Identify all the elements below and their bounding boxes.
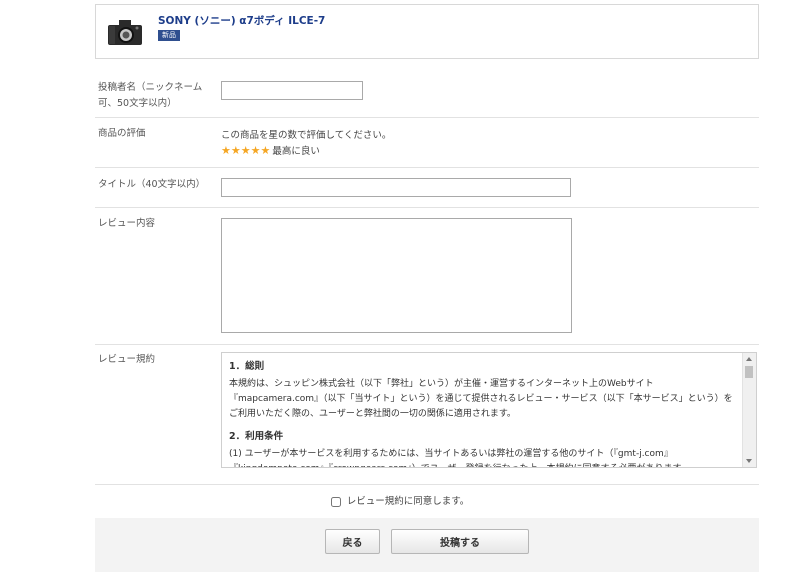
terms-section1-text: 本規約は、シュッピン株式会社（以下「弊社」という）が主催・運営するインターネット… — [229, 379, 733, 419]
agree-terms: レビュー規約に同意します。 — [0, 493, 800, 507]
agree-terms-label[interactable]: レビュー規約に同意します。 — [347, 496, 470, 507]
rating-label: 商品の評価 — [98, 128, 146, 139]
poster-name-label-line2: 可、50文字以内） — [98, 98, 177, 109]
terms-section1-heading: 1．総則 — [229, 361, 265, 372]
condition-badge: 新品 — [158, 30, 180, 41]
rating-row: 商品の評価 この商品を星の数で評価してください。 ★★★★★ 最高に良い — [95, 117, 759, 168]
review-body-textarea[interactable] — [221, 218, 572, 333]
star-rating[interactable]: ★★★★★ 最高に良い — [221, 144, 391, 159]
agree-checkbox[interactable] — [330, 496, 341, 507]
product-name[interactable]: SONY (ソニー) α7ボディ ILCE-7 — [158, 13, 325, 28]
terms-scroll-box[interactable]: 1．総則 本規約は、シュッピン株式会社（以下「弊社」という）が主催・運営するイン… — [221, 352, 757, 468]
title-row: タイトル（40文字以内） — [95, 167, 759, 208]
product-summary: SONY (ソニー) α7ボディ ILCE-7 新品 — [95, 4, 759, 59]
rating-instruction: この商品を星の数で評価してください。 — [221, 130, 392, 141]
star-icons[interactable]: ★★★★★ — [221, 144, 270, 157]
terms-section2-heading: 2．利用条件 — [229, 431, 284, 442]
camera-thumbnail-icon — [108, 20, 142, 45]
terms-section2-text: (1) ユーザーが本サービスを利用するためには、当サイトあるいは弊社の運営する他… — [229, 449, 690, 467]
terms-scrollbar[interactable] — [742, 353, 756, 467]
scrollbar-thumb[interactable] — [745, 366, 753, 378]
rating-quality-text: 最高に良い — [272, 146, 320, 157]
scroll-down-arrow-icon[interactable] — [746, 459, 752, 463]
poster-name-label-line1: 投稿者名（ニックネーム — [98, 82, 203, 93]
poster-name-input[interactable] — [221, 81, 363, 100]
poster-name-label: 投稿者名（ニックネーム 可、50文字以内） — [98, 80, 202, 112]
title-label: タイトル（40文字以内） — [98, 179, 206, 190]
form-footer: 戻る 投稿する — [95, 518, 759, 572]
review-body-row: レビュー内容 — [95, 207, 759, 345]
terms-row: レビュー規約 1．総則 本規約は、シュッピン株式会社（以下「弊社」という）が主催… — [95, 344, 759, 485]
rating-field: この商品を星の数で評価してください。 ★★★★★ 最高に良い — [221, 127, 391, 159]
scroll-up-arrow-icon[interactable] — [746, 357, 752, 361]
title-input[interactable] — [221, 178, 571, 197]
poster-name-row: 投稿者名（ニックネーム 可、50文字以内） — [95, 69, 759, 118]
submit-button[interactable]: 投稿する — [391, 529, 529, 554]
agree-terms-control[interactable]: レビュー規約に同意します。 — [330, 496, 470, 507]
review-body-label: レビュー内容 — [98, 218, 156, 229]
terms-label: レビュー規約 — [98, 354, 156, 365]
back-button[interactable]: 戻る — [325, 529, 380, 554]
terms-content: 1．総則 本規約は、シュッピン株式会社（以下「弊社」という）が主催・運営するイン… — [229, 359, 738, 467]
